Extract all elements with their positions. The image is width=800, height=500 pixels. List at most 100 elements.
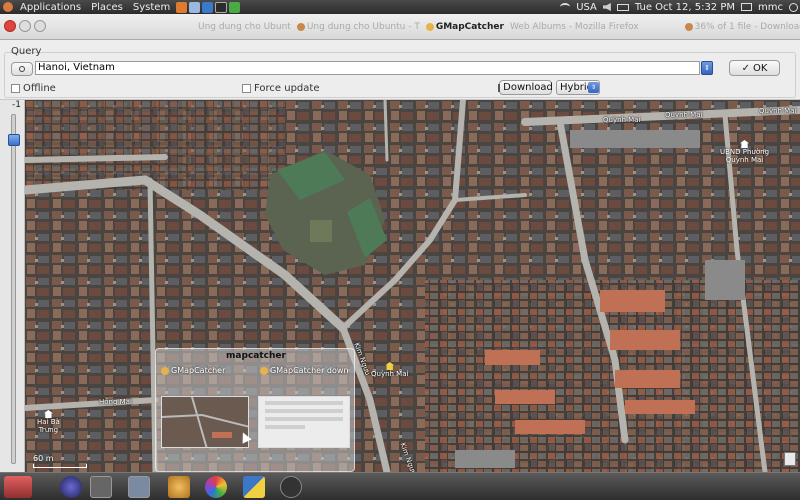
task-label: 36% of 1 file - Downloads <box>694 22 800 32</box>
street-label-quynh-mai-1: Quỳnh Mai <box>603 116 641 124</box>
terminal-launcher-icon[interactable] <box>215 1 228 13</box>
thumb-row <box>265 425 305 429</box>
poi-quynh-mai[interactable]: Quỳnh Mai <box>371 362 408 378</box>
thumb-row <box>265 409 343 413</box>
show-desktop-icon[interactable] <box>4 476 32 498</box>
window-preview-popup: mapcatcher GMapCatcher GMapCatcher down <box>155 348 355 472</box>
street-label-quynh-mai-3: Quỳnh Mai <box>759 107 797 115</box>
task-label: Ung dung cho Ubuntu - T <box>306 22 420 32</box>
thumb-label: GMapCatcher down <box>270 366 349 375</box>
search-icon <box>19 66 25 72</box>
force-update-checkbox[interactable]: Force update <box>242 83 319 94</box>
firefox-launcher-icon[interactable] <box>176 1 188 13</box>
poi-label: Quỳnh Mai <box>371 370 409 378</box>
chevron-updown-icon: ⇕ <box>704 64 710 72</box>
street-label-quynh-mai-2: Quỳnh Mai <box>665 111 703 119</box>
ok-label: OK <box>752 62 768 74</box>
panel-menu: Applications Places System <box>0 0 241 14</box>
offline-label: Offline <box>23 83 56 94</box>
query-legend: Query <box>11 46 42 57</box>
query-frame <box>4 52 796 98</box>
terminal-taskbar-icon[interactable] <box>280 476 302 498</box>
zoom-slider-track[interactable] <box>11 114 16 464</box>
poi-label: UBND Phường Quỳnh Mai <box>720 148 770 164</box>
task-web-albums[interactable]: Web Albums - Mozilla Firefox <box>507 22 642 32</box>
menu-places[interactable]: Places <box>86 2 128 13</box>
network-icon[interactable] <box>560 3 571 11</box>
task-ung-dung-1[interactable]: Ung dung cho Ubunt <box>195 22 294 32</box>
satellite-map[interactable] <box>25 100 800 472</box>
preview-thumbnail-map[interactable] <box>161 396 249 448</box>
task-ung-dung-2[interactable]: Ung dung cho Ubuntu - T <box>294 22 423 32</box>
preview-label-gmapcatcher[interactable]: GMapCatcher <box>161 366 225 375</box>
task-list: Ung dung cho Ubunt Ung dung cho Ubuntu -… <box>50 14 800 40</box>
preview-thumbnail-download[interactable] <box>258 396 350 448</box>
task-downloads[interactable]: 36% of 1 file - Downloads <box>682 22 800 32</box>
minimize-button[interactable] <box>19 20 31 32</box>
zoom-slider-handle[interactable] <box>8 134 20 146</box>
gmapcatcher-icon <box>161 366 169 375</box>
close-button[interactable] <box>4 20 16 32</box>
python-icon[interactable] <box>243 476 265 498</box>
task-label: Web Albums - Mozilla Firefox <box>509 22 639 32</box>
zoom-level: -1 <box>12 100 21 110</box>
search-button[interactable] <box>11 62 33 76</box>
thumb-row <box>265 417 343 421</box>
ok-button[interactable]: ✓ OK <box>729 60 780 76</box>
school-icon <box>385 362 395 370</box>
poi-label: Hai Bà Trưng <box>37 418 60 434</box>
scale-bar <box>33 464 87 468</box>
offline-checkbox[interactable]: Offline <box>11 83 56 94</box>
preview-label-gmapcatcher-down[interactable]: GMapCatcher down <box>260 366 349 375</box>
gmapcatcher-taskbar-icon[interactable] <box>168 476 190 498</box>
mail-launcher-icon[interactable] <box>189 1 201 13</box>
thumbnail-map-image <box>162 397 248 447</box>
chevron-updown-icon[interactable]: ⇕ <box>588 82 599 93</box>
help-launcher-icon[interactable] <box>202 1 214 13</box>
power-icon[interactable] <box>789 2 798 12</box>
resize-grip-icon[interactable] <box>784 452 796 466</box>
firefox-icon <box>684 23 693 31</box>
maximize-button[interactable] <box>34 20 46 32</box>
download-icon <box>498 83 501 92</box>
poi-hai-ba-trung[interactable]: Hai Bà Trưng <box>37 410 60 434</box>
firefox-icon <box>296 23 305 31</box>
download-button[interactable]: Download <box>498 80 553 95</box>
map-view[interactable]: Quỳnh Mai Quỳnh Mai Quỳnh Mai Hồng Mai K… <box>25 100 800 472</box>
battery-icon[interactable] <box>616 3 629 11</box>
menu-system[interactable]: System <box>128 2 175 13</box>
eclipse-icon[interactable] <box>60 476 82 498</box>
user-name[interactable]: mmc <box>758 2 783 13</box>
street-label-hong-mai: Hồng Mai <box>99 398 132 406</box>
task-label: GMapCatcher <box>435 22 504 32</box>
volume-icon[interactable] <box>602 3 611 11</box>
district-icon <box>43 410 53 418</box>
ubuntu-logo-icon[interactable] <box>3 2 13 12</box>
keyboard-layout[interactable]: USA <box>576 2 597 13</box>
thumb-label: GMapCatcher <box>171 366 226 375</box>
monitor-launcher-icon[interactable] <box>229 1 241 13</box>
preview-title: mapcatcher <box>226 351 286 361</box>
task-gmapcatcher[interactable]: GMapCatcher <box>423 22 507 32</box>
bottom-panel <box>0 472 800 500</box>
top-panel: Applications Places System USA Tue Oct 1… <box>0 0 800 14</box>
poi-ubnd-quynh-mai[interactable]: UBND Phường Quỳnh Mai <box>720 140 769 164</box>
mail-icon[interactable] <box>741 3 753 11</box>
window-1-icon[interactable] <box>90 476 112 498</box>
menu-applications[interactable]: Applications <box>15 2 86 13</box>
window-2-icon[interactable] <box>128 476 150 498</box>
task-label: Ung dung cho Ubunt <box>198 22 291 32</box>
location-dropdown-button[interactable]: ⇕ <box>701 61 713 75</box>
map-scale: 60 m <box>33 454 87 468</box>
download-label: Download <box>503 82 553 93</box>
location-input[interactable]: Hanoi, Vietnam <box>35 61 700 75</box>
gmapcatcher-icon <box>260 366 268 375</box>
gmapcatcher-icon <box>425 23 434 31</box>
checkbox-box <box>242 84 251 93</box>
thumb-row <box>265 401 343 405</box>
clock[interactable]: Tue Oct 12, 5:32 PM <box>635 2 735 13</box>
window-titlebar: Ung dung cho Ubunt Ung dung cho Ubuntu -… <box>0 14 800 40</box>
checkbox-box <box>11 84 20 93</box>
check-icon: ✓ <box>741 62 750 74</box>
picasa-icon[interactable] <box>205 476 227 498</box>
